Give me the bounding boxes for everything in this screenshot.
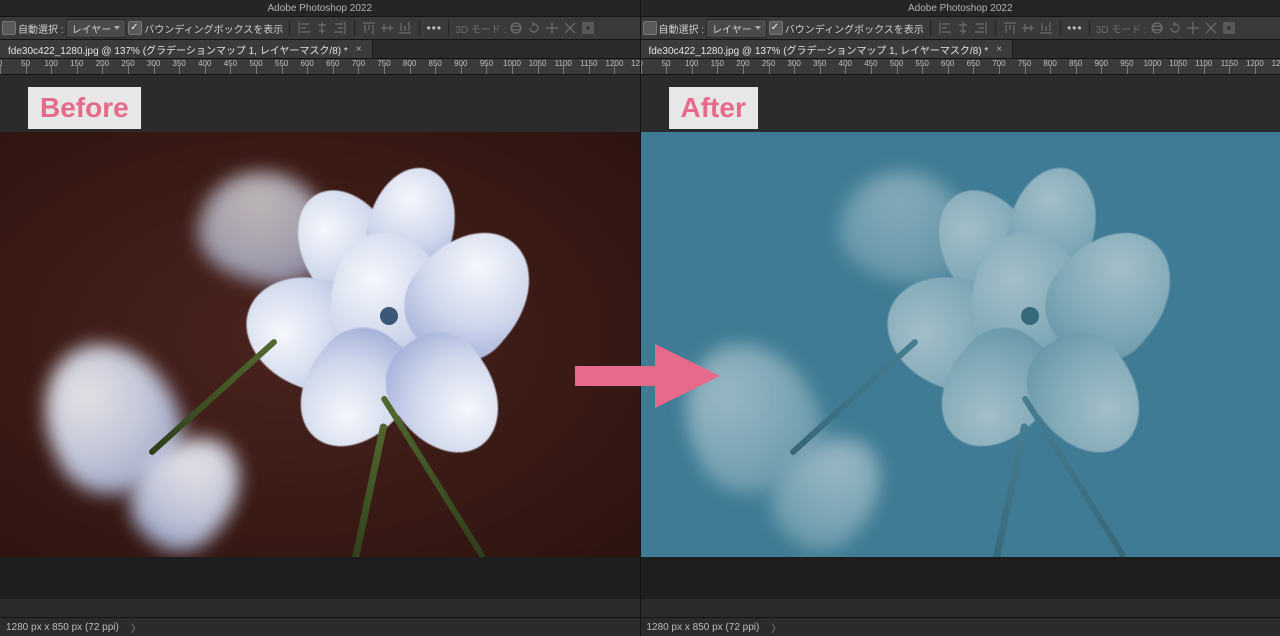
document-tab-row: fde30c422_1280.jpg @ 137% (グラデーションマップ 1,… bbox=[641, 40, 1280, 59]
auto-select-checkbox[interactable] bbox=[643, 21, 657, 35]
show-bbox-checkbox[interactable] bbox=[128, 21, 142, 35]
status-doc-size: 1280 px x 850 px (72 ppi) bbox=[647, 622, 760, 633]
scale-3d-icon[interactable] bbox=[580, 20, 596, 36]
annotation-label-after: After bbox=[669, 87, 758, 129]
align-horizontal-centers-icon[interactable] bbox=[314, 20, 330, 36]
show-bbox-label: バウンディングボックスを表示 bbox=[144, 21, 283, 36]
scale-3d-icon[interactable] bbox=[1221, 20, 1237, 36]
status-caret-icon[interactable]: 〉 bbox=[127, 620, 145, 635]
canvas-bottom-gap bbox=[641, 557, 1280, 599]
options-bar: 自動選択 : レイヤー バウンディングボックスを表示 ••• 3D モード : bbox=[641, 17, 1280, 40]
status-bar: 1280 px x 850 px (72 ppi) 〉 bbox=[0, 617, 640, 636]
auto-select-target-dropdown[interactable]: レイヤー bbox=[66, 19, 127, 38]
align-right-edges-icon[interactable] bbox=[973, 20, 989, 36]
close-tab-icon[interactable]: × bbox=[354, 44, 364, 55]
align-top-edges-icon[interactable] bbox=[361, 20, 377, 36]
canvas-image bbox=[0, 132, 640, 559]
align-left-edges-icon[interactable] bbox=[937, 20, 953, 36]
roll-3d-icon[interactable] bbox=[1167, 20, 1183, 36]
document-tab[interactable]: fde30c422_1280.jpg @ 137% (グラデーションマップ 1,… bbox=[0, 40, 373, 58]
separator bbox=[419, 20, 420, 36]
document-tab-label: fde30c422_1280.jpg @ 137% (グラデーションマップ 1,… bbox=[8, 42, 348, 57]
more-options-icon[interactable]: ••• bbox=[1067, 20, 1083, 36]
pan-3d-icon[interactable] bbox=[544, 20, 560, 36]
pane-before: Adobe Photoshop 2022 自動選択 : レイヤー バウンディング… bbox=[0, 0, 641, 636]
align-horizontal-centers-icon[interactable] bbox=[955, 20, 971, 36]
document-tab-row: fde30c422_1280.jpg @ 137% (グラデーションマップ 1,… bbox=[0, 40, 640, 59]
align-top-edges-icon[interactable] bbox=[1002, 20, 1018, 36]
status-doc-size: 1280 px x 850 px (72 ppi) bbox=[6, 622, 119, 633]
mode-3d-label: 3D モード : bbox=[1096, 21, 1147, 36]
align-right-edges-icon[interactable] bbox=[332, 20, 348, 36]
annotation-text: Before bbox=[40, 92, 129, 123]
options-bar: 自動選択 : レイヤー バウンディングボックスを表示 ••• 3D モード : bbox=[0, 17, 640, 40]
close-tab-icon[interactable]: × bbox=[994, 44, 1004, 55]
status-caret-icon[interactable]: 〉 bbox=[767, 620, 785, 635]
orbit-3d-icon[interactable] bbox=[1149, 20, 1165, 36]
app-title: Adobe Photoshop 2022 bbox=[908, 3, 1013, 14]
align-vertical-centers-icon[interactable] bbox=[1020, 20, 1036, 36]
pane-after: Adobe Photoshop 2022 自動選択 : レイヤー バウンディング… bbox=[641, 0, 1280, 636]
chevron-down-icon bbox=[755, 26, 761, 30]
show-bbox-label: バウンディングボックスを表示 bbox=[785, 21, 924, 36]
show-bbox-checkbox[interactable] bbox=[769, 21, 783, 35]
separator bbox=[289, 20, 290, 36]
annotation-label-before: Before bbox=[28, 87, 141, 129]
auto-select-label: 自動選択 : bbox=[659, 21, 705, 36]
title-bar: Adobe Photoshop 2022 bbox=[641, 0, 1280, 17]
auto-select-checkbox[interactable] bbox=[2, 21, 16, 35]
slide-3d-icon[interactable] bbox=[1203, 20, 1219, 36]
mode-3d-label: 3D モード : bbox=[455, 21, 506, 36]
auto-select-target-dropdown[interactable]: レイヤー bbox=[706, 19, 767, 38]
canvas-bottom-gap bbox=[0, 557, 640, 599]
annotation-text: After bbox=[681, 92, 746, 123]
horizontal-ruler[interactable]: 0501001502002503003504004505005506006507… bbox=[0, 59, 640, 75]
canvas-area[interactable]: Before bbox=[0, 75, 640, 617]
separator bbox=[1060, 20, 1061, 36]
more-options-icon[interactable]: ••• bbox=[426, 20, 442, 36]
auto-select-label: 自動選択 : bbox=[18, 21, 64, 36]
pan-3d-icon[interactable] bbox=[1185, 20, 1201, 36]
canvas-area[interactable]: After bbox=[641, 75, 1280, 617]
auto-select-target-value: レイヤー bbox=[72, 21, 112, 36]
separator bbox=[995, 20, 996, 36]
canvas-image bbox=[641, 132, 1280, 559]
separator bbox=[1089, 20, 1090, 36]
roll-3d-icon[interactable] bbox=[526, 20, 542, 36]
separator bbox=[354, 20, 355, 36]
align-vertical-centers-icon[interactable] bbox=[379, 20, 395, 36]
separator bbox=[448, 20, 449, 36]
status-bar: 1280 px x 850 px (72 ppi) 〉 bbox=[641, 617, 1280, 636]
horizontal-ruler[interactable]: 0501001502002503003504004505005506006507… bbox=[641, 59, 1280, 75]
document-tab-label: fde30c422_1280.jpg @ 137% (グラデーションマップ 1,… bbox=[649, 42, 989, 57]
align-left-edges-icon[interactable] bbox=[296, 20, 312, 36]
app-title: Adobe Photoshop 2022 bbox=[267, 3, 372, 14]
align-bottom-edges-icon[interactable] bbox=[1038, 20, 1054, 36]
separator bbox=[930, 20, 931, 36]
title-bar: Adobe Photoshop 2022 bbox=[0, 0, 640, 17]
chevron-down-icon bbox=[114, 26, 120, 30]
auto-select-target-value: レイヤー bbox=[712, 21, 752, 36]
orbit-3d-icon[interactable] bbox=[508, 20, 524, 36]
slide-3d-icon[interactable] bbox=[562, 20, 578, 36]
align-bottom-edges-icon[interactable] bbox=[397, 20, 413, 36]
document-tab[interactable]: fde30c422_1280.jpg @ 137% (グラデーションマップ 1,… bbox=[641, 40, 1014, 58]
